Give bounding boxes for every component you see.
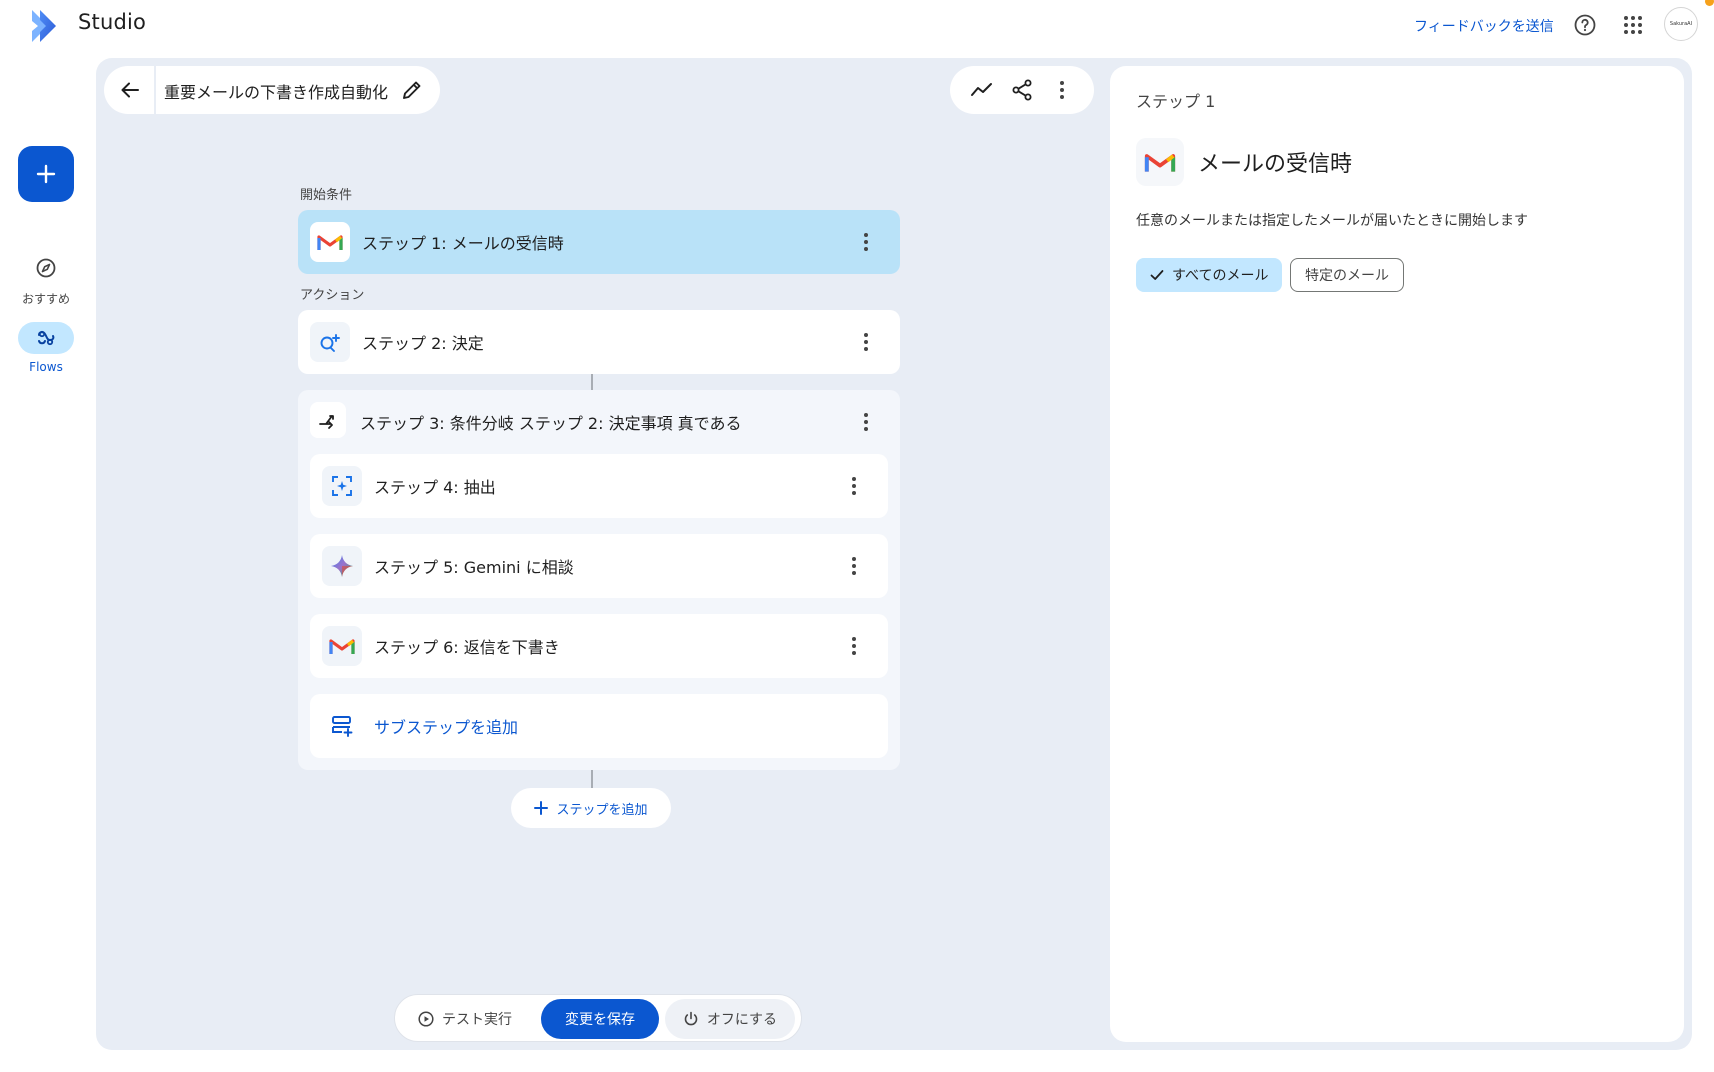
more-menu-button[interactable] (1050, 78, 1074, 102)
add-step-label: ステップを追加 (556, 802, 648, 818)
substep-card-4[interactable]: ステップ 4: 抽出 (310, 454, 888, 518)
branch-icon (310, 402, 346, 438)
add-substep-label: サブステップを追加 (374, 718, 519, 737)
nav-rail: おすすめ Flows (0, 56, 92, 1072)
chip-all-mail[interactable]: すべてのメール (1136, 258, 1283, 292)
add-substep-button[interactable]: サブステップを追加 (310, 694, 888, 758)
flow-title-bar: 重要メールの下書き作成自動化 (104, 66, 440, 114)
plus-icon (534, 801, 549, 815)
gmail-icon (322, 626, 362, 666)
top-bar: Studio フィードバックを送信 SakuraAI (0, 0, 1714, 56)
bottom-action-bar: テスト実行 変更を保存 オフにする (394, 994, 802, 1042)
step-connector (591, 374, 593, 390)
step-label-1: ステップ 1: メールの受信時 (362, 234, 564, 253)
flow-title: 重要メールの下書き作成自動化 (164, 83, 389, 102)
share-button[interactable] (1010, 78, 1034, 102)
plus-icon (36, 164, 56, 184)
step-detail-panel: ステップ 1 メールの受信時 任意のメールまたは指定したメールが届いたときに開始… (1110, 66, 1684, 1042)
more-vert-icon[interactable] (844, 472, 864, 500)
more-vert-icon[interactable] (844, 552, 864, 580)
create-button[interactable] (18, 146, 74, 202)
extract-icon (322, 466, 362, 506)
gemini-icon (322, 546, 362, 586)
title-divider (154, 66, 156, 114)
more-vert-icon (1052, 76, 1072, 104)
trending-icon (971, 83, 992, 96)
share-icon (1012, 79, 1032, 101)
test-run-label: テスト実行 (442, 1012, 512, 1028)
step-label-6: ステップ 6: 返信を下書き (374, 638, 560, 657)
more-vert-icon[interactable] (856, 328, 876, 356)
chip-specific-mail[interactable]: 特定のメール (1290, 258, 1404, 292)
edit-icon[interactable] (400, 78, 424, 102)
nav-label-flows: Flows (29, 360, 63, 374)
nav-label-recommended: おすすめ (21, 292, 70, 306)
nav-item-recommended[interactable]: おすすめ (0, 252, 92, 307)
feedback-link[interactable]: フィードバックを送信 (1414, 16, 1554, 36)
panel-step-label: ステップ 1 (1136, 92, 1216, 111)
help-icon[interactable] (1573, 13, 1597, 37)
back-button[interactable] (116, 76, 144, 104)
flow-toolbar (950, 66, 1094, 114)
check-icon (1150, 270, 1164, 280)
activity-button[interactable] (970, 78, 994, 102)
turn-off-label: オフにする (706, 1012, 778, 1028)
compass-icon (18, 252, 74, 284)
more-vert-icon[interactable] (856, 228, 876, 256)
power-icon (684, 1011, 698, 1026)
step-card-2[interactable]: ステップ 2: 決定 (298, 310, 900, 374)
save-changes-button[interactable]: 変更を保存 (541, 999, 659, 1039)
decide-icon (310, 322, 350, 362)
panel-description: 任意のメールまたは指定したメールが届いたときに開始します (1136, 213, 1528, 229)
play-circle-icon (418, 1011, 434, 1027)
step-connector (591, 770, 593, 788)
step-label-5: ステップ 5: Gemini に相談 (374, 558, 574, 577)
more-vert-icon[interactable] (856, 408, 876, 436)
flows-icon (18, 322, 74, 354)
substep-card-5[interactable]: ステップ 5: Gemini に相談 (310, 534, 888, 598)
trigger-section-label: 開始条件 (300, 188, 353, 203)
app-name: Studio (78, 10, 147, 34)
test-run-button[interactable]: テスト実行 (409, 999, 521, 1039)
step-card-3[interactable]: ステップ 3: 条件分岐 ステップ 2: 決定事項 真である ステップ 4: 抽… (298, 390, 900, 770)
actions-section-label: アクション (300, 288, 365, 303)
step-card-1[interactable]: ステップ 1: メールの受信時 (298, 210, 900, 274)
arrow-back-icon (121, 82, 139, 98)
nav-item-flows[interactable]: Flows (0, 322, 92, 374)
studio-logo-icon[interactable] (26, 7, 64, 45)
step-label-4: ステップ 4: 抽出 (374, 478, 496, 497)
chip-all-mail-label: すべてのメール (1172, 268, 1269, 284)
avatar[interactable]: SakuraAI (1664, 7, 1698, 41)
gmail-icon (1136, 138, 1184, 186)
apps-grid-icon[interactable] (1621, 13, 1645, 37)
gmail-icon (310, 222, 350, 262)
substep-card-6[interactable]: ステップ 6: 返信を下書き (310, 614, 888, 678)
notification-dot (1705, 0, 1714, 6)
step-label-2: ステップ 2: 決定 (362, 334, 484, 353)
step-label-3: ステップ 3: 条件分岐 ステップ 2: 決定事項 真である (360, 414, 742, 433)
add-list-icon (322, 706, 362, 746)
add-step-button[interactable]: ステップを追加 (511, 788, 671, 828)
save-changes-label: 変更を保存 (565, 1012, 635, 1028)
more-vert-icon[interactable] (844, 632, 864, 660)
turn-off-button[interactable]: オフにする (665, 999, 795, 1039)
chip-specific-mail-label: 特定のメール (1305, 268, 1389, 284)
panel-title: メールの受信時 (1198, 152, 1353, 177)
